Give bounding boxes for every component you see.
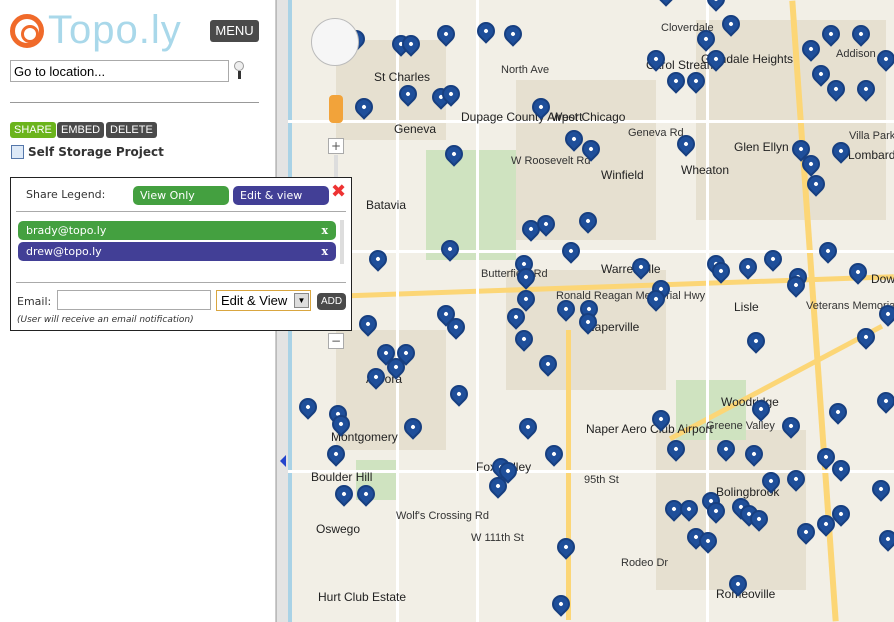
collapse-arrow-icon[interactable] bbox=[280, 455, 286, 467]
location-pin-icon[interactable] bbox=[845, 259, 871, 285]
location-pin-icon[interactable] bbox=[541, 441, 567, 467]
map-label: W Roosevelt Rd bbox=[511, 155, 591, 167]
email-label: Email: bbox=[17, 295, 52, 308]
location-pin-icon[interactable] bbox=[653, 0, 679, 7]
map-label: North Ave bbox=[501, 64, 550, 76]
topoly-logo[interactable]: Topo.ly bbox=[10, 8, 182, 53]
location-search-input[interactable] bbox=[10, 60, 229, 82]
map-label: Wolf's Crossing Rd bbox=[396, 510, 489, 522]
map-label: W 111th St bbox=[471, 532, 524, 544]
pan-control[interactable] bbox=[311, 18, 359, 66]
email-notification-note: (User will receive an email notification… bbox=[17, 315, 194, 325]
location-pin-icon[interactable] bbox=[743, 328, 769, 354]
map[interactable]: St Charles Geneva West Chicago Dupage Count… bbox=[276, 0, 894, 622]
location-pin-icon[interactable] bbox=[500, 21, 526, 47]
map-label: Lombard bbox=[848, 148, 894, 162]
menu-button[interactable]: MENU bbox=[210, 20, 259, 42]
map-label: Lisle bbox=[734, 300, 759, 314]
map-label: Winfield bbox=[601, 168, 644, 182]
location-pin-icon[interactable] bbox=[331, 481, 357, 507]
zoom-out-button[interactable]: − bbox=[328, 333, 344, 349]
view-only-legend: View Only bbox=[133, 186, 229, 205]
map-label: Greene Valley bbox=[706, 420, 775, 432]
remove-user-button[interactable]: x bbox=[321, 242, 328, 261]
map-label: 95th St bbox=[584, 474, 619, 486]
location-pin-icon[interactable] bbox=[295, 394, 321, 420]
location-pin-icon[interactable] bbox=[875, 526, 894, 552]
edit-note-icon bbox=[11, 145, 24, 159]
location-pin-icon[interactable] bbox=[558, 238, 584, 264]
location-pin-icon[interactable] bbox=[735, 254, 761, 280]
map-label: St Charles bbox=[374, 70, 431, 84]
street-view-pegman-icon[interactable] bbox=[329, 95, 343, 123]
map-label: Butterfield Rd bbox=[481, 268, 548, 280]
scrollbar[interactable] bbox=[340, 220, 344, 264]
zoom-in-button[interactable]: + bbox=[328, 138, 344, 154]
delete-button[interactable]: DELETE bbox=[106, 122, 157, 138]
add-user-button[interactable]: ADD bbox=[317, 293, 346, 310]
map-label: Oswego bbox=[316, 522, 361, 536]
location-pin-icon[interactable] bbox=[815, 238, 841, 264]
divider bbox=[16, 282, 346, 283]
map-label: Warrenville bbox=[601, 262, 661, 276]
location-pin-icon[interactable] bbox=[873, 388, 894, 414]
map-label: Ronald Reagan Memorial Hwy bbox=[556, 290, 706, 302]
role-select[interactable]: Edit & View ▼ bbox=[216, 290, 311, 311]
map-label: Hurt Club Estate bbox=[318, 590, 407, 604]
map-label: Naper Aero Club Airport bbox=[586, 422, 713, 436]
map-label: Wheaton bbox=[681, 163, 730, 177]
location-pin-icon[interactable] bbox=[663, 68, 689, 94]
map-label: Geneva Rd bbox=[628, 127, 684, 139]
share-button[interactable]: SHARE bbox=[10, 122, 56, 138]
map-label: Villa Park bbox=[849, 130, 894, 142]
location-pin-icon[interactable] bbox=[825, 399, 851, 425]
remove-user-button[interactable]: x bbox=[321, 221, 328, 240]
shared-user-row: brady@topo.ly x bbox=[18, 221, 336, 240]
share-legend-label: Share Legend: bbox=[26, 188, 106, 201]
map-label: Boulder Hill bbox=[311, 470, 373, 484]
search-icon[interactable] bbox=[234, 61, 244, 79]
edit-view-legend: Edit & view bbox=[233, 186, 329, 205]
share-dialog: Share Legend: View Only Edit & view ✖ br… bbox=[10, 177, 352, 331]
map-label: Dupage County Airport bbox=[461, 110, 583, 124]
location-pin-icon[interactable] bbox=[515, 414, 541, 440]
embed-button[interactable]: EMBED bbox=[57, 122, 105, 138]
close-icon[interactable]: ✖ bbox=[331, 181, 346, 202]
project-title[interactable]: Self Storage Project bbox=[11, 145, 164, 159]
divider bbox=[10, 102, 259, 103]
chevron-down-icon: ▼ bbox=[294, 293, 309, 308]
divider bbox=[16, 211, 346, 212]
map-label: Geneva bbox=[394, 122, 437, 136]
map-label: Rodeo Dr bbox=[621, 557, 669, 569]
location-pin-icon[interactable] bbox=[868, 476, 894, 502]
location-pin-icon[interactable] bbox=[446, 381, 472, 407]
map-label: Glen Ellyn bbox=[734, 140, 789, 154]
shared-user-row: drew@topo.ly x bbox=[18, 242, 336, 261]
swirl-icon bbox=[10, 13, 44, 48]
location-pin-icon[interactable] bbox=[553, 534, 579, 560]
map-label: Addison bbox=[836, 48, 876, 60]
map-label: Downers Grove bbox=[871, 272, 894, 286]
map-label: Batavia bbox=[366, 198, 407, 212]
map-label: Romeoville bbox=[716, 587, 776, 601]
email-input[interactable] bbox=[57, 290, 211, 310]
